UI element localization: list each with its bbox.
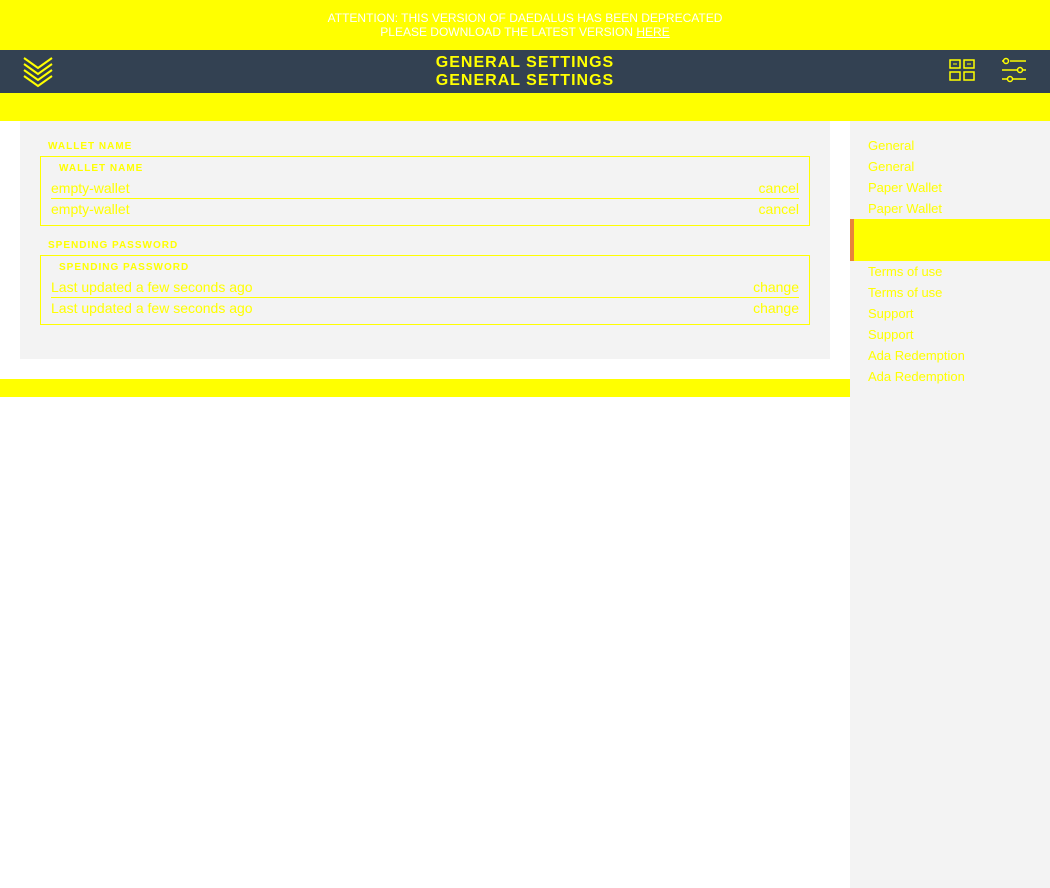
wallets-icon[interactable] — [946, 54, 978, 86]
sidebar-item-ada-redemption-11[interactable]: Ada Redemption — [850, 366, 1050, 387]
app-logo[interactable] — [20, 54, 56, 95]
download-link[interactable]: HERE — [636, 25, 669, 39]
content: WALLET NAME WALLET NAME empty-wallet can… — [0, 121, 1050, 888]
spending-password-row2: Last updated a few seconds ago change — [51, 298, 799, 318]
sidebar-item-terms-of-use-7[interactable]: Terms of use — [850, 282, 1050, 303]
sidebar-item-general-1[interactable]: General — [850, 156, 1050, 177]
bottom-yellow-bar — [0, 379, 850, 397]
wallet-name-cancel-dup[interactable]: cancel — [759, 201, 799, 217]
banner-line2: PLEASE DOWNLOAD THE LATEST VERSION HERE — [380, 25, 669, 39]
spending-password-block: SPENDING PASSWORD SPENDING PASSWORD Last… — [40, 240, 810, 325]
spending-password-value: Last updated a few seconds ago — [51, 279, 253, 295]
settings-icon[interactable] — [998, 54, 1030, 86]
spending-password-value-dup: Last updated a few seconds ago — [51, 300, 253, 316]
sidebar-item-general-0[interactable]: General — [850, 135, 1050, 156]
wallet-name-row2: empty-wallet cancel — [51, 199, 799, 219]
sidebar-item-support-9[interactable]: Support — [850, 324, 1050, 345]
sidebar-item-ada-redemption-10[interactable]: Ada Redemption — [850, 345, 1050, 366]
settings-panel: WALLET NAME WALLET NAME empty-wallet can… — [20, 121, 830, 359]
wallet-name-block: WALLET NAME WALLET NAME empty-wallet can… — [40, 141, 810, 226]
sidebar-item-support-8[interactable]: Support — [850, 303, 1050, 324]
settings-sidebar: GeneralGeneralPaper WalletPaper WalletWa… — [850, 121, 1050, 888]
wallet-name-value-dup[interactable]: empty-wallet — [51, 201, 130, 217]
sidebar-list: GeneralGeneralPaper WalletPaper WalletWa… — [850, 135, 1050, 387]
yoroi-logo-icon — [20, 54, 56, 90]
banner-line1: ATTENTION: THIS VERSION OF DAEDALUS HAS … — [328, 11, 723, 25]
spending-password-row1: Last updated a few seconds ago change — [51, 277, 799, 298]
sidebar-item-wallet-5[interactable]: Wallet — [850, 240, 1050, 261]
page-title-dup: GENERAL SETTINGS — [0, 72, 1050, 90]
wallet-name-box: WALLET NAME empty-wallet cancel empty-wa… — [40, 156, 810, 226]
navbar: GENERAL SETTINGS GENERAL SETTINGS — [0, 50, 1050, 93]
page-title: GENERAL SETTINGS — [0, 54, 1050, 72]
deprecation-banner: ATTENTION: THIS VERSION OF DAEDALUS HAS … — [0, 0, 1050, 50]
spending-password-change[interactable]: change — [753, 279, 799, 295]
spending-password-change-dup[interactable]: change — [753, 300, 799, 316]
yellow-strip — [0, 93, 1050, 121]
title-container: GENERAL SETTINGS GENERAL SETTINGS — [0, 54, 1050, 90]
wallet-name-cancel[interactable]: cancel — [759, 180, 799, 196]
sidebar-item-paper-wallet-2[interactable]: Paper Wallet — [850, 177, 1050, 198]
spending-password-label: SPENDING PASSWORD — [48, 240, 810, 251]
main-area: WALLET NAME WALLET NAME empty-wallet can… — [0, 121, 850, 888]
sidebar-item-terms-of-use-6[interactable]: Terms of use — [850, 261, 1050, 282]
wallet-name-label: WALLET NAME — [48, 141, 810, 152]
spending-password-box: SPENDING PASSWORD Last updated a few sec… — [40, 255, 810, 325]
spending-password-label-dup: SPENDING PASSWORD — [59, 262, 799, 273]
nav-icons — [946, 54, 1030, 86]
sidebar-item-paper-wallet-3[interactable]: Paper Wallet — [850, 198, 1050, 219]
sidebar-item-wallet-4[interactable]: Wallet — [850, 219, 1050, 240]
wallet-name-value[interactable]: empty-wallet — [51, 180, 130, 196]
wallet-name-row1: empty-wallet cancel — [51, 178, 799, 199]
wallet-name-label-dup: WALLET NAME — [59, 163, 799, 174]
